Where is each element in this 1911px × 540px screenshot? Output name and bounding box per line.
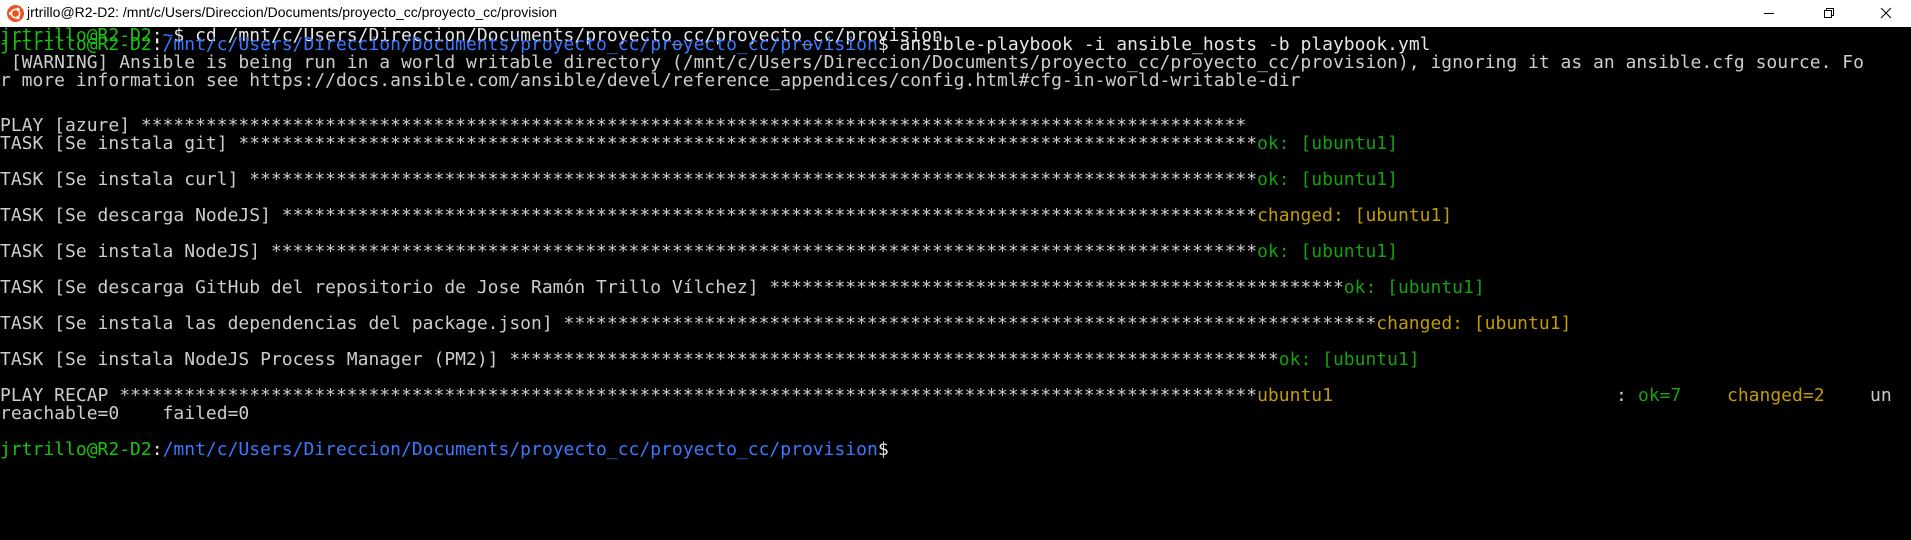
task-result: ok: [ubuntu1] <box>1257 169 1398 190</box>
ubuntu-icon <box>7 5 24 22</box>
task-line: TASK [Se instala NodeJS] ***************… <box>0 243 1398 261</box>
task-label: TASK [Se instala git] ******************… <box>0 133 1258 154</box>
maximize-icon <box>1823 4 1835 23</box>
task-line: TASK [Se descarga NodeJS] **************… <box>0 207 1452 225</box>
task-label: TASK [Se descarga GitHub del repositorio… <box>0 277 1344 298</box>
prompt-separator: : <box>151 439 163 460</box>
prompt-user: jrtrillo@R2-D2 <box>0 439 152 460</box>
task-label: TASK [Se instala curl] *****************… <box>0 169 1258 190</box>
close-button[interactable] <box>1863 0 1909 27</box>
minimize-button[interactable] <box>1746 0 1792 27</box>
task-label: TASK [Se instala NodeJS Process Manager … <box>0 349 1279 370</box>
minimize-icon <box>1763 4 1775 23</box>
recap-colon: : <box>1616 385 1627 406</box>
recap-changed: changed=2 <box>1727 385 1825 406</box>
task-result: ok: [ubuntu1] <box>1278 349 1420 370</box>
warning-line: r more information see https://docs.ansi… <box>0 70 1301 91</box>
terminal-line: jrtrillo@R2-D2:/mnt/c/Users/Direccion/Do… <box>0 441 889 459</box>
task-line: TASK [Se instala git] ******************… <box>0 135 1398 153</box>
scrollbar[interactable] <box>1899 27 1911 540</box>
task-result: changed: [ubuntu1] <box>1376 313 1572 334</box>
recap-line-2: reachable=0 failed=0 <box>0 403 250 424</box>
terminal-output[interactable]: jrtrillo@R2-D2:~$ cd /mnt/c/Users/Direcc… <box>0 27 1911 540</box>
prompt-dollar: $ <box>877 439 889 460</box>
recap-host: ubuntu1 <box>1257 385 1333 406</box>
task-line: TASK [Se instala las dependencias del pa… <box>0 315 1571 333</box>
window-title: jrtrillo@R2-D2: /mnt/c/Users/Direccion/D… <box>27 4 558 20</box>
task-line: TASK [Se descarga GitHub del repositorio… <box>0 279 1485 297</box>
task-label: TASK [Se descarga NodeJS] **************… <box>0 205 1258 226</box>
task-result: ok: [ubuntu1] <box>1257 241 1398 262</box>
task-line: TASK [Se instala NodeJS Process Manager … <box>0 351 1420 369</box>
maximize-button[interactable] <box>1806 0 1852 27</box>
close-icon <box>1880 4 1892 23</box>
task-result: ok: [ubuntu1] <box>1343 277 1485 298</box>
title-bar: jrtrillo@R2-D2: /mnt/c/Users/Direccion/D… <box>0 0 1911 27</box>
recap-tail: un <box>1870 385 1892 406</box>
task-result: ok: [ubuntu1] <box>1257 133 1398 154</box>
task-label: TASK [Se instala NodeJS] ***************… <box>0 241 1258 262</box>
task-label: TASK [Se instala las dependencias del pa… <box>0 313 1377 334</box>
task-result: changed: [ubuntu1] <box>1257 205 1453 226</box>
recap-ok: ok=7 <box>1638 385 1682 406</box>
prompt-path: /mnt/c/Users/Direccion/Documents/proyect… <box>162 439 878 460</box>
task-line: TASK [Se instala curl] *****************… <box>0 171 1398 189</box>
